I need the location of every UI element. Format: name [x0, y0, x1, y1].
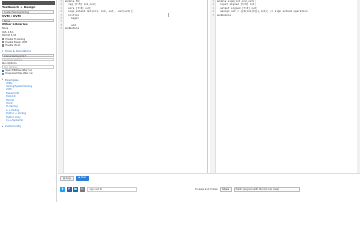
line-number-gutter: 123456789	[58, 0, 64, 173]
compile-options-input[interactable]: Compile Options	[2, 57, 54, 62]
views-likes-text: 8 views and 0 likes	[195, 188, 218, 191]
twitter-icon[interactable]: t	[60, 187, 65, 192]
library-option[interactable]: OVL 2.8.1	[0, 31, 56, 34]
line-number: 9	[60, 27, 62, 31]
sidebar: Testbench + Design SystemVerilog/Verilog…	[0, 0, 57, 202]
facebook-icon[interactable]: f	[66, 187, 72, 192]
code-line[interactable]: endmodule	[217, 14, 360, 17]
testbench-design-heading: Testbench + Design	[2, 5, 36, 9]
checkbox-icon[interactable]	[2, 41, 5, 44]
share-button[interactable]: Share	[219, 187, 232, 192]
design-code[interactable]: module sign(in1,in2,out); input signed […	[217, 0, 360, 17]
community-section[interactable]: ▸ Community	[0, 124, 56, 128]
checkbox-icon[interactable]	[2, 69, 5, 72]
uvm-heading: UVM / OVM	[2, 13, 21, 18]
checkbox-icon[interactable]	[2, 72, 5, 76]
example-link-cpp-systemc[interactable]: C++/SystemC	[0, 119, 56, 122]
library-option[interactable]: None	[0, 27, 56, 30]
privacy-select[interactable]: Public (anyone with the link can view)	[233, 187, 300, 192]
email-icon[interactable]: ✉	[79, 187, 85, 192]
line-number-gutter: 12345	[210, 0, 216, 173]
testbench-editor[interactable]: 123456789 module tb; reg [7:0] in1,in2; …	[58, 0, 208, 173]
enable-vunit-checkbox[interactable]: Enable VUnit	[0, 44, 56, 47]
other-libraries-heading: Other Libraries	[2, 22, 28, 27]
testbench-code[interactable]: module tb; reg [7:0] in1,in2; wire [7:0]…	[65, 0, 207, 31]
download-files-checkbox[interactable]: Download files after run	[0, 72, 56, 75]
run-options-input[interactable]: Run Options	[2, 65, 54, 69]
simulator-select[interactable]: Icarus Verilog 0.9.7	[2, 53, 54, 58]
sidebar-top-bar	[2, 1, 55, 5]
checkbox-icon[interactable]	[2, 37, 5, 41]
design-editor[interactable]: 12345 module sign(in1,in2,out); input si…	[210, 0, 360, 173]
line-number: 5	[212, 13, 214, 17]
run-button[interactable]: ▶ Run	[75, 176, 90, 181]
checkbox-icon[interactable]	[2, 44, 5, 47]
code-line[interactable]: endmodule	[65, 27, 207, 30]
bottom-toolbar: ▤ Log ▶ Run t f in ✉ sign ext tb 8 views…	[58, 173, 360, 202]
log-button[interactable]: ▤ Log	[60, 176, 74, 181]
playground-name-input[interactable]: sign ext tb	[87, 187, 137, 192]
tools-simulators-section[interactable]: ▾ Tools & Simulators	[0, 49, 56, 53]
text-cursor-icon: I	[168, 13, 170, 19]
linkedin-icon[interactable]: in	[73, 187, 78, 192]
